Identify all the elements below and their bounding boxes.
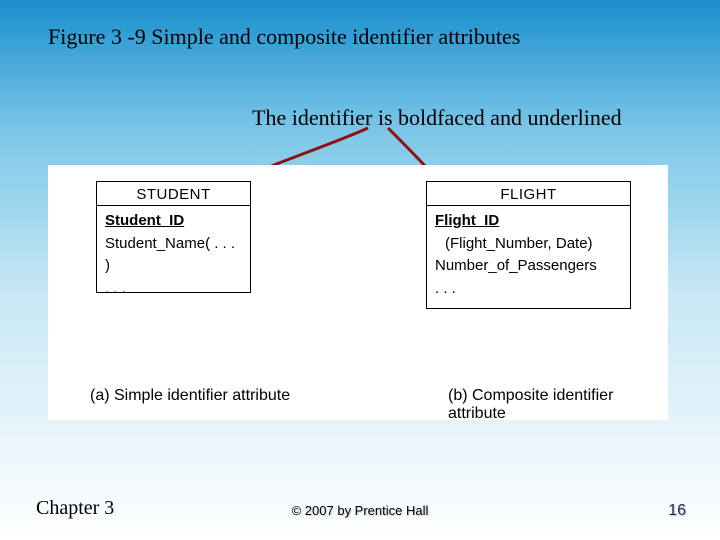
entity-flight-name: FLIGHT [427,182,630,206]
identifier-annotation: The identifier is boldfaced and underlin… [252,105,622,131]
diagram-panel: STUDENT Student_ID Student_Name( . . . )… [48,165,668,420]
entity-student-name: STUDENT [97,182,250,206]
entity-student: STUDENT Student_ID Student_Name( . . . )… [96,181,251,293]
flight-identifier: Flight_ID [435,210,622,233]
figure-title: Figure 3 -9 Simple and composite identif… [48,24,520,50]
copyright-text: © 2007 by Prentice Hall [292,503,429,518]
caption-simple: (a) Simple identifier attribute [90,387,290,405]
student-identifier: Student_ID [105,210,242,233]
student-ellipsis: . . . [105,278,242,301]
entity-flight-attrs: Flight_ID (Flight_Number, Date) Number_o… [427,206,630,304]
page-number: 16 [668,502,686,520]
entity-flight: FLIGHT Flight_ID (Flight_Number, Date) N… [426,181,631,309]
chapter-label: Chapter 3 [36,497,114,520]
caption-composite: (b) Composite identifier attribute [448,387,668,423]
student-attr-name: Student_Name( . . . ) [105,233,242,278]
entity-student-attrs: Student_ID Student_Name( . . . ) . . . [97,206,250,304]
flight-ellipsis: . . . [435,278,622,301]
flight-attr-count: Number_of_Passengers [435,255,622,278]
flight-identifier-components: (Flight_Number, Date) [435,233,622,256]
